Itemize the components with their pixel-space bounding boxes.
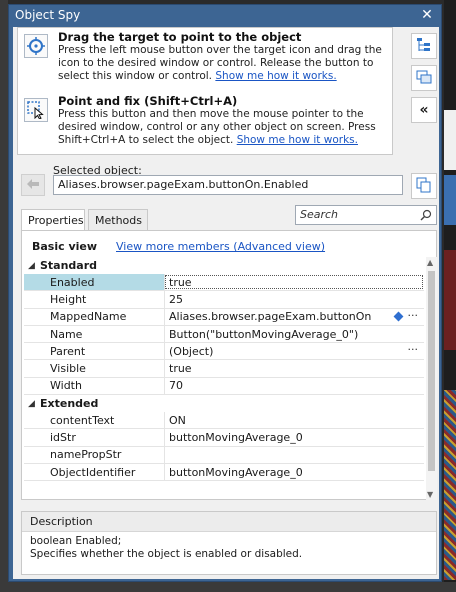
property-value[interactable]: 70 (164, 377, 424, 395)
property-value[interactable]: true (164, 360, 424, 377)
title-bar[interactable]: Object Spy ✕ (9, 5, 441, 25)
property-name: Width (50, 379, 82, 393)
property-grid: ◢ Standard Enabled true Height 25 Mapped… (24, 257, 424, 500)
mapped-diamond-icon (393, 311, 404, 322)
collapse-triangle-icon[interactable]: ◢ (28, 261, 40, 271)
drag-target-section: Drag the target to point to the object P… (18, 28, 394, 88)
point-title: Point and fix (Shift+Ctrl+A) (58, 94, 238, 108)
property-value: Aliases.browser.pageExam.buttonOn (169, 310, 372, 324)
advanced-view-link[interactable]: View more members (Advanced view) (116, 240, 325, 253)
property-row-enabled[interactable]: Enabled true (24, 274, 424, 292)
property-name: MappedName (50, 310, 127, 324)
client-area: Drag the target to point to the object P… (13, 27, 439, 579)
double-chevron-left-icon: « (419, 102, 429, 118)
category-label: Standard (40, 259, 98, 272)
property-value[interactable]: 25 (164, 291, 424, 308)
ellipsis-button[interactable]: ··· (408, 309, 419, 322)
property-value[interactable] (164, 446, 424, 463)
property-name: Height (50, 292, 87, 306)
crosshair-target-icon[interactable] (24, 34, 48, 58)
property-name: ObjectIdentifier (50, 465, 136, 479)
property-name: contentText (50, 413, 115, 427)
property-value-cell[interactable]: (Object) ··· (164, 343, 424, 360)
property-row-namepropstr[interactable]: namePropStr (24, 446, 424, 464)
close-icon[interactable]: ✕ (419, 7, 435, 23)
search-input[interactable]: Search (295, 205, 437, 225)
point-fix-section: Point and fix (Shift+Ctrl+A) Press this … (18, 92, 394, 154)
arrow-left-icon (26, 178, 40, 193)
properties-panel: Basic view View more members (Advanced v… (21, 230, 437, 500)
property-row-mappedname[interactable]: MappedName Aliases.browser.pageExam.butt… (24, 308, 424, 326)
property-row-objectidentifier[interactable]: ObjectIdentifier buttonMovingAverage_0 (24, 463, 424, 482)
category-extended[interactable]: ◢ Extended (24, 395, 424, 412)
property-row-contenttext[interactable]: contentText ON (24, 412, 424, 430)
point-show-me-link[interactable]: Show me how it works. (237, 134, 358, 146)
map-object-button[interactable] (411, 65, 437, 91)
property-name: Enabled (24, 274, 164, 291)
object-spy-window: Object Spy ✕ Drag the target to point to… (8, 4, 442, 582)
background-app-right (444, 0, 456, 592)
property-name: Visible (50, 362, 86, 376)
property-value-cell[interactable]: Aliases.browser.pageExam.buttonOn ··· (164, 308, 424, 325)
vertical-scrollbar[interactable]: ▲ ▼ (426, 257, 437, 500)
drag-description: Press the left mouse button over the tar… (58, 44, 388, 83)
ellipsis-button[interactable]: ··· (408, 343, 419, 356)
basic-view-label: Basic view (32, 240, 98, 253)
background-app-bottom (0, 582, 456, 592)
back-button[interactable] (21, 174, 45, 196)
map-object-icon (416, 69, 432, 88)
property-name: Parent (50, 344, 86, 358)
copy-button[interactable] (411, 173, 437, 199)
property-value[interactable]: buttonMovingAverage_0 (164, 429, 424, 446)
scroll-down-icon[interactable]: ▼ (427, 490, 433, 499)
drag-title: Drag the target to point to the object (58, 30, 302, 44)
point-description: Press this button and then move the mous… (58, 108, 388, 147)
collapse-panel-button[interactable]: « (411, 97, 437, 123)
property-value: (Object) (169, 344, 214, 358)
mode-panel: Drag the target to point to the object P… (17, 27, 393, 155)
category-label: Extended (40, 397, 99, 411)
property-row-width[interactable]: Width 70 (24, 377, 424, 396)
property-row-idstr[interactable]: idStr buttonMovingAverage_0 (24, 429, 424, 447)
description-body: boolean Enabled; Specifies whether the o… (22, 532, 436, 564)
background-app-left (0, 0, 8, 592)
property-value[interactable]: ON (164, 412, 424, 429)
property-row-height[interactable]: Height 25 (24, 291, 424, 309)
property-row-name[interactable]: Name Button("buttonMovingAverage_0") (24, 325, 424, 344)
scroll-thumb[interactable] (428, 271, 435, 471)
description-text: Specifies whether the object is enabled … (30, 548, 303, 560)
search-icon[interactable] (420, 209, 432, 224)
search-placeholder: Search (300, 208, 339, 221)
property-row-visible[interactable]: Visible true (24, 360, 424, 378)
property-value[interactable]: buttonMovingAverage_0 (164, 463, 424, 481)
window-title: Object Spy (15, 8, 81, 22)
point-and-fix-icon[interactable] (24, 98, 48, 122)
description-panel: Description boolean Enabled; Specifies w… (21, 511, 437, 575)
tab-methods[interactable]: Methods (88, 209, 148, 231)
drag-show-me-link[interactable]: Show me how it works. (215, 70, 336, 82)
scroll-up-icon[interactable]: ▲ (427, 258, 433, 267)
tab-properties[interactable]: Properties (21, 209, 85, 232)
property-row-parent[interactable]: Parent (Object) ··· (24, 343, 424, 361)
object-tree-button[interactable] (411, 33, 437, 59)
property-name: namePropStr (50, 448, 122, 462)
tree-icon (416, 37, 432, 56)
property-name: Name (50, 327, 83, 341)
description-signature: boolean Enabled; (30, 535, 122, 547)
category-standard[interactable]: ◢ Standard (24, 257, 424, 274)
selected-object-field[interactable]: Aliases.browser.pageExam.buttonOn.Enable… (53, 175, 403, 195)
collapse-triangle-icon[interactable]: ◢ (28, 399, 40, 409)
description-header: Description (22, 512, 436, 532)
copy-icon (416, 177, 432, 196)
property-value[interactable]: Button("buttonMovingAverage_0") (164, 325, 424, 343)
property-name: idStr (50, 431, 76, 445)
property-value[interactable]: true (164, 274, 424, 291)
